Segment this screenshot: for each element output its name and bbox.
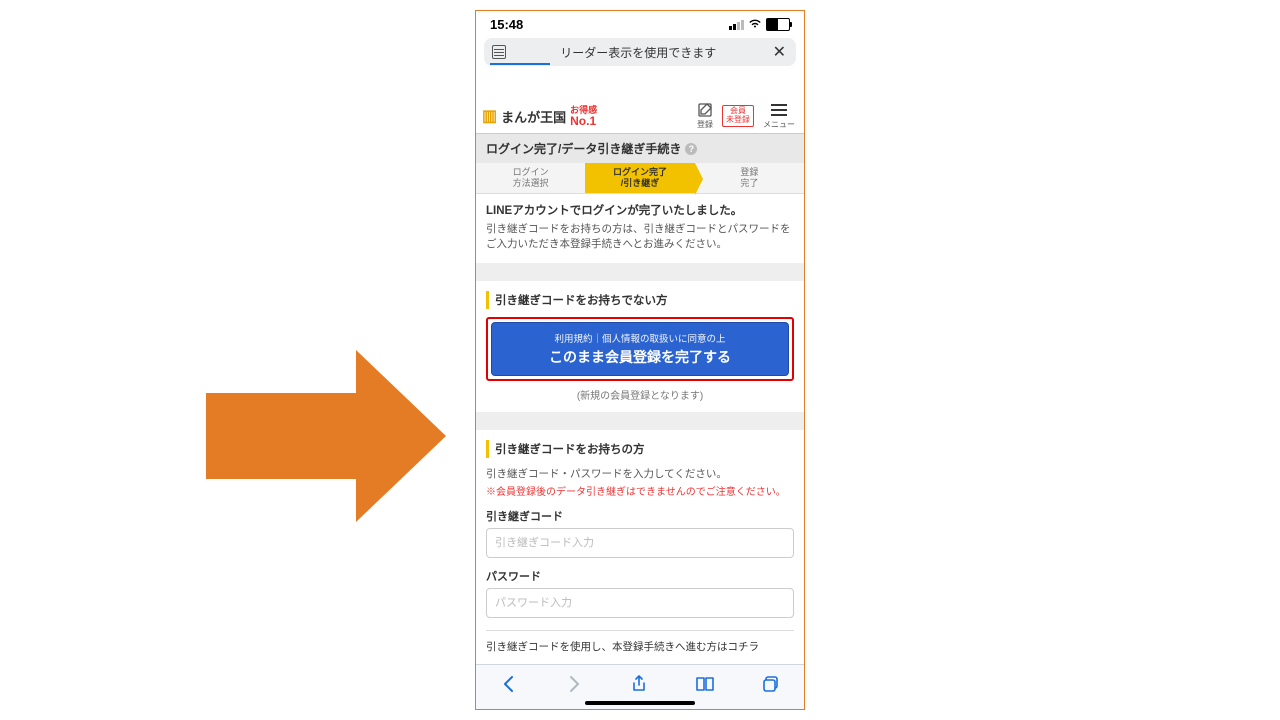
help-icon[interactable]: ? [685,143,697,155]
bookmarks-button[interactable] [694,674,716,700]
intro-lead: LINEアカウントでログインが完了いたしました。 [486,202,794,218]
home-indicator [585,701,695,705]
cellular-icon [729,20,744,30]
book-icon: ▥ [482,106,497,126]
new-registration-note: (新規の会員登録となります) [486,387,794,402]
complete-registration-button[interactable]: 利用規約｜個人情報の取扱いに同意の上 このまま会員登録を完了する [491,322,789,376]
back-button[interactable] [499,674,519,700]
battery-icon [766,18,790,31]
page-title: ログイン完了/データ引き継ぎ手続き ? [476,134,804,163]
status-bar: 15:48 [476,11,804,38]
step-3: 登録 完了 [695,163,804,193]
safari-url-bar[interactable]: リーダー表示を使用できます ✕ [484,38,796,66]
password-input[interactable] [486,588,794,618]
step-1: ログイン 方法選択 [476,163,585,193]
reader-icon[interactable] [492,45,506,59]
register-button[interactable]: 登録 [694,102,716,130]
step-2: ログイン完了 /引き継ぎ [585,163,694,193]
otoku-badge: お得感 No.1 [570,106,597,127]
section-no-code-heading: 引き継ぎコードをお持ちでない方 [486,291,794,309]
wifi-icon [748,18,762,32]
reader-text: リーダー表示を使用できます [506,44,771,61]
proceed-link[interactable]: 引き継ぎコードを使用し、本登録手続きへ進む方はコチラ [486,630,794,654]
hamburger-icon [771,102,787,118]
app-header: ▥ まんが王国 お得感 No.1 登録 会員 未登録 メニュー [476,99,804,134]
code-input[interactable] [486,528,794,558]
forward-button [564,674,584,700]
menu-button[interactable]: メニュー [760,102,798,130]
brand-logo[interactable]: ▥ まんが王国 お得感 No.1 [482,106,597,127]
section-has-code-heading: 引き継ぎコードをお持ちの方 [486,440,794,458]
phone-frame: 15:48 リーダー表示を使用できます ✕ ▥ まんが王国 [475,10,805,710]
pointer-arrow [206,350,446,522]
progress-steps: ログイン 方法選択 ログイン完了 /引き継ぎ 登録 完了 [476,163,804,194]
intro-desc: 引き継ぎコードをお持ちの方は、引き継ぎコードとパスワードをご入力いただき本登録手… [486,222,794,254]
unregistered-badge: 会員 未登録 [722,105,754,127]
share-button[interactable] [629,674,649,700]
code-label: 引き継ぎコード [486,508,794,524]
close-icon[interactable]: ✕ [771,42,788,62]
has-code-lead: 引き継ぎコード・パスワードを入力してください。 [486,466,794,481]
password-label: パスワード [486,568,794,584]
has-code-warning: ※会員登録後のデータ引き継ぎはできませんのでご注意ください。 [486,483,794,498]
tabs-button[interactable] [761,674,781,700]
status-time: 15:48 [490,17,523,32]
brand-name: まんが王国 [501,107,566,126]
highlight-box: 利用規約｜個人情報の取扱いに同意の上 このまま会員登録を完了する [486,317,794,381]
